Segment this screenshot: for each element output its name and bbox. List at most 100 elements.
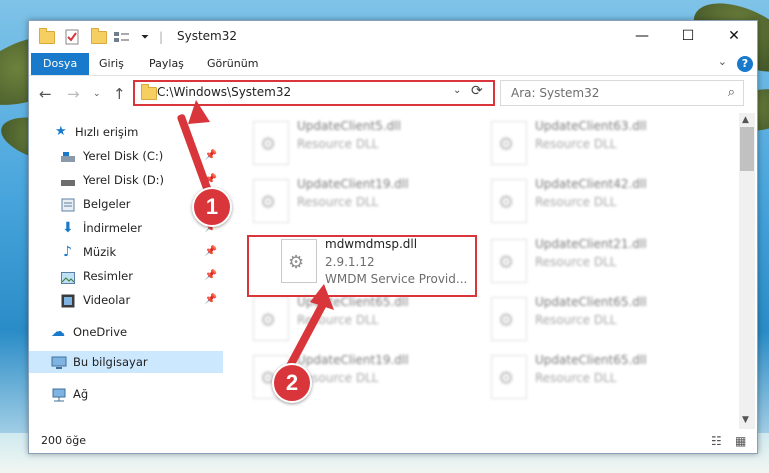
navigation-bar: ← → ⌄ ↑ C:\Windows\System32 ⌄ ⟳ Ara: Sys… xyxy=(29,76,757,112)
scroll-up-icon[interactable]: ▲ xyxy=(742,115,749,125)
pin-icon[interactable]: 📌 xyxy=(205,265,217,287)
file-name: UpdateClient42.dll xyxy=(535,177,647,191)
up-button[interactable]: ↑ xyxy=(113,85,126,103)
title-bar: ⏷ | System32 — ☐ ✕ xyxy=(29,21,757,53)
file-item[interactable]: ⚙ UpdateClient65.dll Resource DLL xyxy=(487,353,717,405)
star-icon: ★ xyxy=(55,124,67,139)
search-input[interactable]: Ara: System32 xyxy=(511,86,599,100)
file-description: Resource DLL xyxy=(297,137,379,151)
window-title: System32 xyxy=(177,29,238,43)
dll-file-icon: ⚙ xyxy=(253,297,289,341)
file-name: UpdateClient21.dll xyxy=(535,237,647,251)
folder-icon xyxy=(39,27,55,46)
sidebar-item-network[interactable]: Ağ xyxy=(29,383,223,405)
cloud-icon: ☁ xyxy=(51,324,65,340)
properties-icon[interactable] xyxy=(65,28,79,46)
search-icon[interactable]: ⌕ xyxy=(728,85,735,100)
vertical-scrollbar[interactable]: ▲ ▼ xyxy=(739,113,755,429)
file-description: Resource DLL xyxy=(535,137,617,151)
sidebar-item-local-disk-d[interactable]: Yerel Disk (D:) 📌 xyxy=(29,169,223,191)
tab-dosya[interactable]: Dosya xyxy=(31,53,90,75)
file-item[interactable]: ⚙ UpdateClient63.dll Resource DLL xyxy=(487,119,717,171)
file-name: UpdateClient19.dll xyxy=(297,353,409,367)
arrowhead-1-icon xyxy=(188,100,210,124)
tab-gorunum[interactable]: Görünüm xyxy=(195,53,270,75)
file-item[interactable]: ⚙ UpdateClient65.dll Resource DLL xyxy=(487,295,717,347)
sidebar-item-this-pc[interactable]: Bu bilgisayar xyxy=(29,351,223,373)
sidebar-item-label: Hızlı erişim xyxy=(75,125,139,139)
search-box[interactable]: Ara: System32 ⌕ xyxy=(500,80,744,106)
new-folder-icon[interactable] xyxy=(91,27,107,46)
customize-toolbar-icon[interactable]: ⏷ xyxy=(141,28,149,46)
title-separator: | xyxy=(159,30,164,44)
callout-badge-1: 1 xyxy=(192,187,232,227)
sidebar-item-label: OneDrive xyxy=(73,325,128,339)
sidebar-item-label: Belgeler xyxy=(83,197,131,211)
file-item[interactable]: ⚙ UpdateClient65.dll Resource DLL xyxy=(249,295,479,347)
dll-file-icon: ⚙ xyxy=(253,121,289,165)
network-icon xyxy=(51,387,66,402)
file-name: UpdateClient65.dll xyxy=(535,295,647,309)
file-description: Resource DLL xyxy=(535,313,617,327)
dll-file-icon: ⚙ xyxy=(491,121,527,165)
dll-file-icon: ⚙ xyxy=(491,179,527,223)
address-dropdown-icon[interactable]: ⌄ xyxy=(453,85,461,96)
sidebar-item-label: Videolar xyxy=(83,293,131,307)
drive-icon xyxy=(61,173,75,186)
tab-giris[interactable]: Giriş xyxy=(87,53,136,75)
callout-badge-2: 2 xyxy=(272,363,312,403)
sidebar-item-resimler[interactable]: Resimler 📌 xyxy=(29,265,223,287)
view-options-icon[interactable] xyxy=(113,28,131,46)
dll-file-icon: ⚙ xyxy=(253,179,289,223)
sidebar-item-label: İndirmeler xyxy=(83,221,142,235)
sidebar-item-label: Ağ xyxy=(73,387,89,401)
file-highlight xyxy=(247,235,477,297)
ribbon-tabs: Dosya Giriş Paylaş Görünüm ⌄ ? xyxy=(29,53,757,76)
dll-file-icon: ⚙ xyxy=(491,297,527,341)
file-item[interactable]: ⚙ UpdateClient42.dll Resource DLL xyxy=(487,177,717,229)
status-bar: 200 öğe ☷ ▦ xyxy=(29,429,757,453)
pin-icon[interactable]: 📌 xyxy=(205,145,217,167)
sidebar-item-onedrive[interactable]: ☁ OneDrive xyxy=(29,321,223,343)
music-icon: ♪ xyxy=(63,244,72,260)
file-name: UpdateClient63.dll xyxy=(535,119,647,133)
refresh-icon[interactable]: ⟳ xyxy=(471,83,483,99)
scroll-down-icon[interactable]: ▼ xyxy=(742,415,749,425)
expand-ribbon-icon[interactable]: ⌄ xyxy=(718,55,727,68)
sidebar-item-indirmeler[interactable]: ⬇ İndirmeler 📌 xyxy=(29,217,223,239)
scrollbar-thumb[interactable] xyxy=(740,127,754,171)
recent-locations-icon[interactable]: ⌄ xyxy=(93,89,101,99)
video-icon xyxy=(61,293,75,308)
pin-icon[interactable]: 📌 xyxy=(205,241,217,263)
sidebar-item-label: Yerel Disk (D:) xyxy=(83,173,165,187)
address-folder-icon xyxy=(141,84,157,103)
sidebar-item-label: Resimler xyxy=(83,269,133,283)
file-description: Resource DLL xyxy=(535,255,617,269)
file-name: UpdateClient19.dll xyxy=(297,177,409,191)
address-path[interactable]: C:\Windows\System32 xyxy=(157,85,291,99)
close-button[interactable]: ✕ xyxy=(711,21,757,51)
sidebar-item-label: Müzik xyxy=(83,245,117,259)
details-view-icon[interactable]: ☷ xyxy=(711,434,722,448)
help-icon[interactable]: ? xyxy=(737,56,753,72)
sidebar-item-label: Yerel Disk (C:) xyxy=(83,149,164,163)
pictures-icon xyxy=(61,269,75,284)
back-button[interactable]: ← xyxy=(39,85,52,103)
maximize-button[interactable]: ☐ xyxy=(665,21,711,51)
item-count: 200 öğe xyxy=(41,434,86,447)
file-item[interactable]: ⚙ UpdateClient5.dll Resource DLL xyxy=(249,119,479,171)
forward-button[interactable]: → xyxy=(67,85,80,103)
documents-icon xyxy=(61,197,75,212)
file-description: Resource DLL xyxy=(535,195,617,209)
sidebar-item-videolar[interactable]: Videolar 📌 xyxy=(29,289,223,311)
dll-file-icon: ⚙ xyxy=(491,355,527,399)
sidebar-item-muzik[interactable]: ♪ Müzik 📌 xyxy=(29,241,223,263)
sidebar-item-label: Bu bilgisayar xyxy=(73,355,148,369)
file-name: UpdateClient5.dll xyxy=(297,119,401,133)
pin-icon[interactable]: 📌 xyxy=(205,289,217,311)
large-icons-view-icon[interactable]: ▦ xyxy=(735,434,746,448)
minimize-button[interactable]: — xyxy=(619,21,665,51)
tab-paylas[interactable]: Paylaş xyxy=(137,53,196,75)
file-item[interactable]: ⚙ UpdateClient21.dll Resource DLL xyxy=(487,237,717,289)
file-item[interactable]: ⚙ UpdateClient19.dll Resource DLL xyxy=(249,177,479,229)
